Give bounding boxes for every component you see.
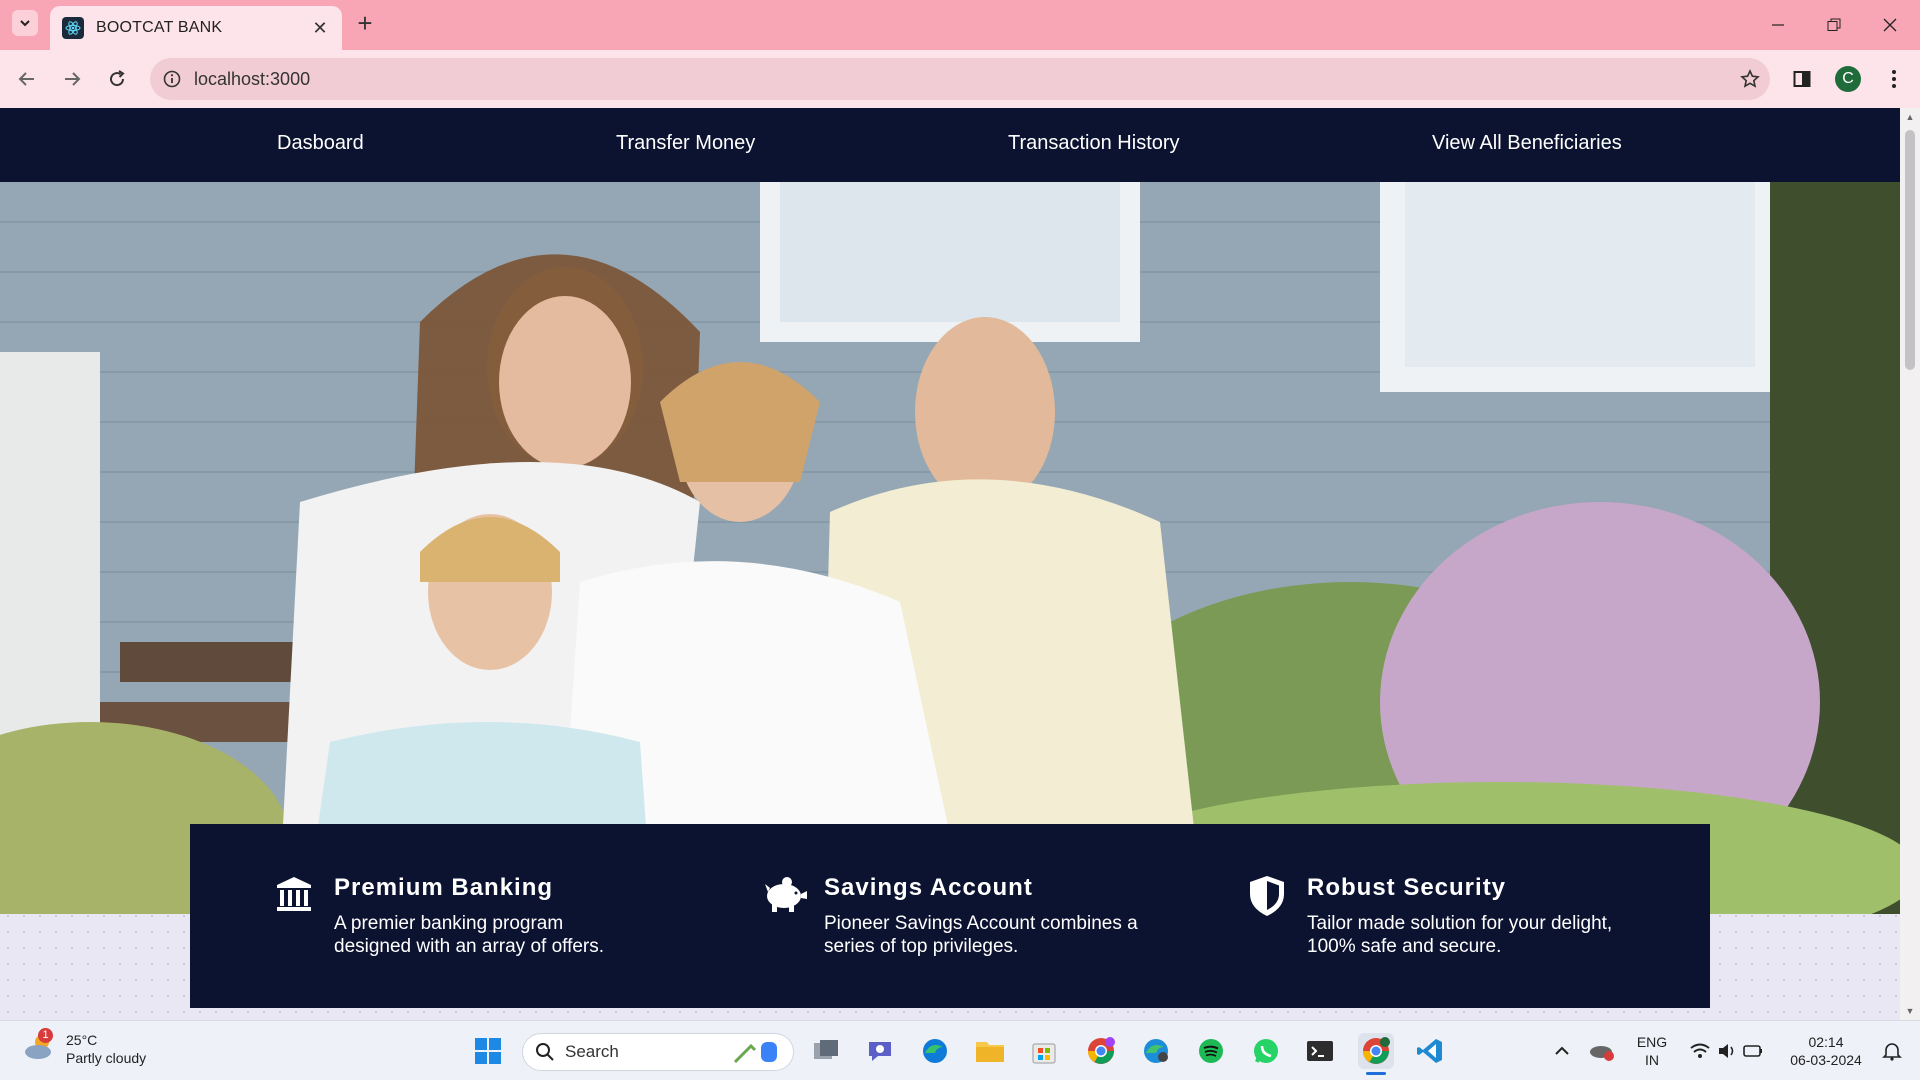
feature-description: A premier banking program designed with … [334,913,605,957]
hero-photo [0,182,1900,914]
page-scrollbar[interactable]: ▲ ▼ [1900,108,1920,1020]
weather-desc: Partly cloudy [66,1050,147,1066]
onedrive-error-icon[interactable] [1584,1033,1620,1069]
feature-title: Savings Account [824,874,1033,901]
clock-date: 06-03-2024 [1790,1052,1862,1068]
vscode-icon[interactable] [1412,1033,1448,1069]
chrome-active-icon[interactable] [1358,1033,1394,1075]
chrome-profile-icon[interactable] [1083,1033,1119,1069]
bookmark-star-icon[interactable] [1730,69,1770,89]
microsoft-store-icon[interactable] [1026,1033,1062,1069]
windows-taskbar: 1 25°C Partly cloudy Search ENG IN 02:14… [0,1020,1920,1080]
hero-image-family [0,182,1900,914]
windows-logo-icon [475,1038,501,1064]
teams-chat-icon[interactable] [862,1033,898,1069]
feature-robust-security: Robust Security Tailor made solution for… [1243,874,1647,958]
address-bar[interactable]: localhost:3000 [150,58,1770,100]
active-indicator [1366,1072,1386,1075]
page-viewport: Dasboard Transfer Money Transaction Hist… [0,108,1900,1020]
file-explorer-icon[interactable] [972,1033,1008,1069]
task-view-icon[interactable] [808,1033,844,1069]
nav-dashboard[interactable]: Dasboard [277,132,364,155]
weather-icon: 1 [22,1027,56,1067]
nav-view-all-beneficiaries[interactable]: View All Beneficiaries [1432,132,1622,155]
feature-description: Tailor made solution for your delight, 1… [1307,913,1613,957]
browser-tab[interactable]: BOOTCAT BANK ✕ [50,6,342,50]
weather-temp: 25°C [66,1032,98,1048]
chevron-down-icon [20,20,30,27]
edge-profile-icon[interactable] [1138,1033,1174,1069]
feature-premium-banking: Premium Banking A premier banking progra… [270,874,634,958]
side-panel-button[interactable] [1786,63,1818,95]
scroll-up-arrow-icon[interactable]: ▲ [1905,112,1915,122]
nav-transaction-history[interactable]: Transaction History [1008,132,1180,155]
spotify-icon[interactable] [1193,1033,1229,1069]
features-panel: Premium Banking A premier banking progra… [190,824,1710,1008]
avatar: C [1835,66,1861,92]
weather-widget[interactable]: 1 25°C Partly cloudy [22,1027,147,1067]
feature-savings-account: Savings Account Pioneer Savings Account … [760,874,1164,958]
clock[interactable]: 02:14 06-03-2024 [1784,1033,1868,1069]
site-info-icon[interactable] [150,70,194,88]
bank-icon [270,874,318,922]
search-highlight-icon [733,1042,777,1064]
feature-title: Robust Security [1307,874,1507,901]
reload-icon [110,70,125,87]
reload-button[interactable] [102,64,132,94]
start-button[interactable] [470,1033,506,1069]
search-icon [536,1043,554,1061]
restore-icon [1827,18,1841,31]
language-indicator[interactable]: ENG IN [1632,1033,1672,1069]
back-button[interactable] [12,64,42,94]
volume-icon [1719,1044,1734,1058]
site-navbar: Dasboard Transfer Money Transaction Hist… [0,108,1900,182]
terminal-icon[interactable] [1302,1033,1338,1069]
notifications-bell-icon[interactable] [1874,1033,1910,1069]
arrow-right-icon [65,72,81,86]
browser-menu-button[interactable] [1878,63,1910,95]
browser-tabstrip: BOOTCAT BANK ✕ + [0,0,1920,50]
scroll-down-arrow-icon[interactable]: ▼ [1905,1006,1915,1016]
edge-browser-icon[interactable] [917,1033,953,1069]
tab-title: BOOTCAT BANK [96,19,223,36]
close-icon [1883,18,1897,32]
whatsapp-icon[interactable] [1248,1033,1284,1069]
new-tab-button[interactable]: + [352,8,378,38]
arrow-left-icon [18,72,34,86]
restore-button[interactable] [1806,0,1862,50]
taskbar-search[interactable]: Search [522,1033,794,1071]
minimize-icon [1772,24,1784,26]
url-text[interactable]: localhost:3000 [194,69,1730,90]
shield-icon [1243,874,1291,922]
close-window-button[interactable] [1862,0,1918,50]
scroll-thumb[interactable] [1905,130,1915,370]
search-label: Search [565,1042,619,1061]
nav-transfer-money[interactable]: Transfer Money [616,132,755,155]
piggy-bank-icon [760,874,808,922]
minimize-button[interactable] [1750,0,1806,50]
tab-search-button[interactable] [12,10,38,36]
profile-button[interactable]: C [1832,63,1864,95]
tab-close-icon[interactable]: ✕ [310,18,330,39]
language-code: ENG [1636,1034,1668,1050]
wifi-icon [1690,1043,1710,1058]
region-code: IN [1645,1052,1659,1068]
battery-icon [1743,1045,1762,1057]
weather-badge: 1 [38,1027,53,1043]
side-panel-icon [1793,71,1811,87]
chevron-up-icon[interactable] [1544,1033,1580,1069]
react-logo-icon [62,17,84,39]
clock-time: 02:14 [1808,1034,1844,1050]
feature-description: Pioneer Savings Account combines a serie… [824,913,1138,957]
feature-title: Premium Banking [334,874,554,901]
system-tray-status[interactable] [1684,1033,1768,1069]
more-vertical-icon [1892,70,1896,88]
forward-button[interactable] [57,64,87,94]
browser-toolbar: localhost:3000 C [0,50,1920,108]
